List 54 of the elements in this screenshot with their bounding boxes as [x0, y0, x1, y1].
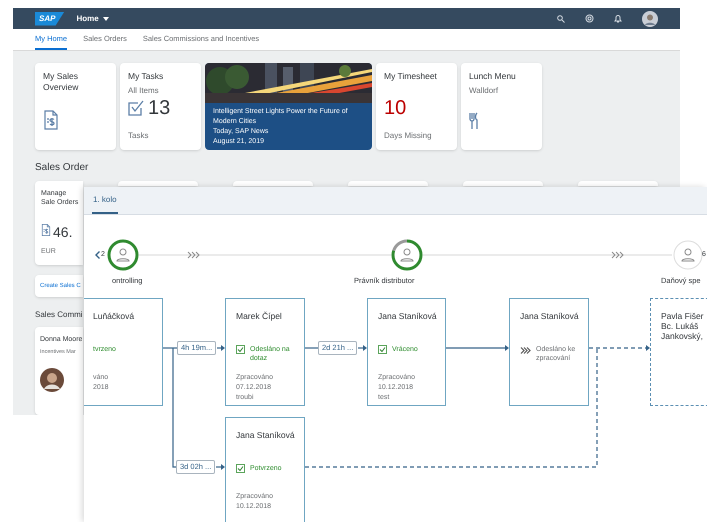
process-node[interactable]: Pavla Fišer Bc. Lukáš Jankovský, [650, 298, 707, 406]
tile-title: Lunch Menu [469, 71, 517, 82]
connector-line [305, 347, 318, 349]
app-tile[interactable] [118, 181, 198, 186]
checkbox-tick-icon [128, 100, 144, 116]
node-person: Jana Staníková [236, 430, 294, 440]
app-tile[interactable] [233, 181, 313, 186]
app-tile[interactable]: My Tasks All Items 13 Tasks [120, 63, 201, 150]
connector-arrow [446, 345, 509, 351]
node-person: Pavla Fišer Bc. Lukáš Jankovský, [661, 311, 705, 341]
sap-logo: SAP [35, 12, 64, 26]
home-menu-button[interactable]: Home [76, 12, 109, 24]
chevrons-icon [612, 252, 624, 258]
checkbox-tick-icon [236, 464, 245, 473]
stage-ring[interactable] [391, 239, 423, 271]
bell-icon[interactable] [614, 14, 622, 23]
node-person: Jana Staníková [378, 311, 435, 321]
app-tile[interactable] [578, 181, 658, 186]
dashed-connector-arrow [589, 345, 650, 351]
checkbox-tick-icon [236, 345, 245, 354]
app-tile[interactable]: Lunch Menu Walldorf [461, 63, 542, 150]
tile-title: My Tasks [128, 71, 164, 82]
chevrons-icon [520, 347, 531, 354]
tile-number: 10 [384, 98, 406, 118]
tile-title: My Sales Overview [43, 71, 80, 93]
checkbox-tick-icon [378, 345, 387, 354]
round-tab[interactable]: 1. kolo [92, 187, 118, 214]
node-person: Jana Staníková [520, 311, 578, 321]
tile-footer: Tasks [128, 130, 193, 142]
tile-subtitle: All Items [128, 85, 160, 97]
app-tile[interactable]: My Timesheet 10 Days Missing [376, 63, 457, 150]
tile-number: 13 [148, 98, 170, 118]
fork-knife-icon [469, 112, 479, 130]
section-heading: Sales Order [35, 161, 90, 175]
node-person: Luňáčková [93, 311, 136, 321]
chevron-left-icon[interactable] [95, 251, 100, 259]
tile-subtitle: Walldorf [469, 85, 500, 97]
app-tile[interactable] [348, 181, 428, 186]
tile-footer: Days Missing [384, 130, 449, 142]
avatar [40, 368, 64, 392]
caret-icon [102, 16, 109, 20]
copilot-icon[interactable] [585, 14, 594, 23]
tile-number: 46. [53, 224, 72, 238]
document-icon [43, 110, 59, 130]
chevrons-icon [188, 252, 200, 258]
stage-ring[interactable] [107, 239, 139, 271]
document-icon [41, 222, 51, 236]
node-person: Marek Čípel [236, 311, 283, 321]
avatar[interactable] [642, 10, 658, 26]
app-tile[interactable] [463, 181, 543, 186]
tile-title: My Timesheet [384, 71, 438, 82]
app-tile[interactable]: My Sales Overview [35, 63, 116, 150]
section-heading: Sales Commi [35, 309, 83, 321]
search-icon[interactable] [557, 14, 565, 22]
